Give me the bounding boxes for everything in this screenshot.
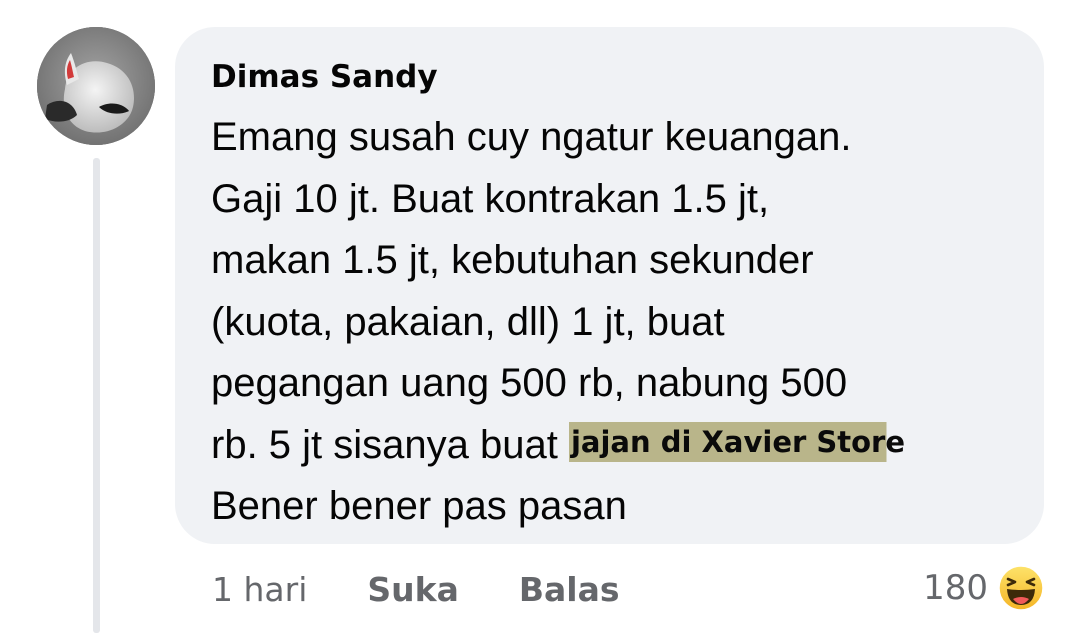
comment-line: Gaji 10 jt. Buat kontrakan 1.5 jt, <box>211 176 770 221</box>
avatar-image <box>37 27 155 145</box>
comment-actions-bar: 1 hari Suka Balas <box>212 565 680 615</box>
comment-line: pegangan uang 500 rb, nabung 500 <box>211 361 848 405</box>
comment-text: Emang susah cuy ngatur keuangan. Gaji 10… <box>211 107 1011 538</box>
comment-author-name[interactable]: Dimas Sandy <box>211 57 1008 97</box>
reply-thread-line <box>93 158 100 633</box>
reaction-count: 180 <box>923 568 988 608</box>
comment-timestamp[interactable]: 1 hari <box>212 565 307 615</box>
comment-line-text: rb. 5 jt sisanya buat <box>211 422 558 467</box>
reaction-summary[interactable]: 180 <box>923 563 1044 613</box>
comment-line: Emang susah cuy ngatur keuangan. <box>211 115 852 159</box>
reply-button[interactable]: Balas <box>519 565 620 615</box>
comment-line: (kuota, pakaian, dll) 1 jt, buat <box>211 299 725 344</box>
haha-emoji-icon <box>998 565 1044 611</box>
comment-screen: Dimas Sandy Emang susah cuy ngatur keuan… <box>0 0 1080 633</box>
comment-bubble: Dimas Sandy Emang susah cuy ngatur keuan… <box>175 27 1044 544</box>
overlay-highlight-label: jajan di Xavier Store <box>568 421 908 462</box>
comment-line: Bener bener pas pasan <box>211 484 627 528</box>
avatar[interactable] <box>37 27 155 145</box>
comment-line-with-overlay: rb. 5 jt sisanya buat jajan di Xavier St… <box>211 415 1011 477</box>
like-button[interactable]: Suka <box>367 565 458 615</box>
comment-line: makan 1.5 jt, kebutuhan sekunder <box>211 238 814 282</box>
